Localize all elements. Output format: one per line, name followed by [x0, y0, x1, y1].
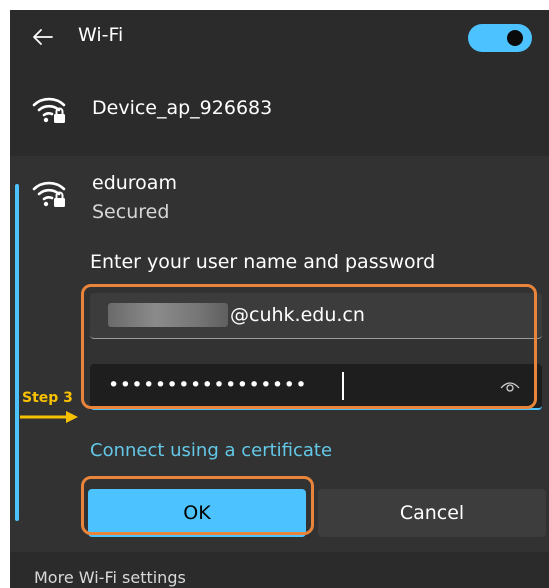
- wifi-lock-icon: [32, 181, 66, 207]
- cancel-button[interactable]: Cancel: [318, 489, 546, 537]
- annotation-ok-box: [81, 476, 314, 535]
- annotation-step-label: Step 3: [22, 390, 73, 406]
- annotation-credentials-box: [81, 284, 537, 409]
- more-wifi-settings-link[interactable]: More Wi-Fi settings: [34, 568, 186, 587]
- credentials-prompt: Enter your user name and password: [90, 251, 436, 273]
- network-name: Device_ap_926683: [92, 97, 273, 119]
- back-arrow-icon[interactable]: [30, 24, 56, 50]
- annotation-arrow-icon: [20, 411, 78, 423]
- wifi-toggle[interactable]: [468, 24, 532, 52]
- selection-indicator: [15, 184, 19, 521]
- connect-certificate-link[interactable]: Connect using a certificate: [90, 440, 332, 461]
- network-name: eduroam: [92, 172, 177, 194]
- network-status: Secured: [92, 201, 170, 223]
- wifi-header: Wi-Fi: [10, 10, 549, 64]
- wifi-lock-icon: [32, 97, 66, 123]
- toggle-knob: [507, 30, 523, 46]
- network-item-device-ap[interactable]: Device_ap_926683: [10, 74, 549, 146]
- page-title: Wi-Fi: [78, 24, 124, 46]
